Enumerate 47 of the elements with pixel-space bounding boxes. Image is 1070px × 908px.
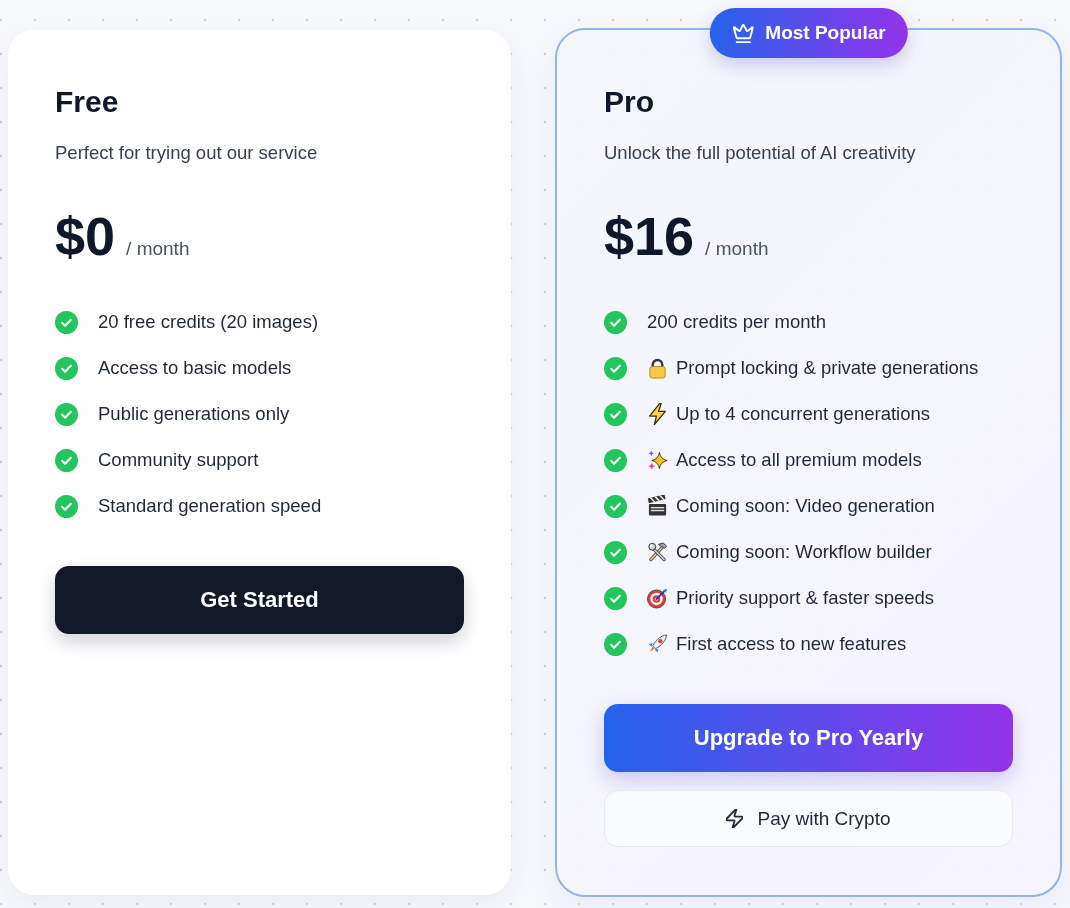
check-icon bbox=[604, 632, 627, 656]
get-started-button[interactable]: Get Started bbox=[55, 566, 464, 634]
feature-text: Standard generation speed bbox=[98, 495, 322, 517]
check-icon bbox=[55, 494, 78, 518]
feature-text: Access to all premium models bbox=[676, 449, 922, 471]
feature-text: Access to basic models bbox=[98, 357, 292, 379]
check-icon bbox=[55, 448, 78, 472]
clapperboard-icon bbox=[647, 495, 668, 517]
plan-title: Free bbox=[55, 84, 120, 120]
feature-text: Prompt locking & private generations bbox=[676, 357, 979, 379]
price-period: / month bbox=[126, 238, 190, 260]
check-icon bbox=[604, 448, 627, 472]
price-amount: $0 bbox=[55, 206, 116, 266]
hammer-and-wrench-icon bbox=[647, 541, 668, 563]
popular-label: Most Popular bbox=[765, 22, 886, 44]
feature-text: Coming soon: Workflow builder bbox=[676, 541, 932, 563]
lightning-icon bbox=[726, 809, 744, 828]
check-icon bbox=[604, 540, 627, 564]
plan-title: Pro bbox=[604, 84, 655, 120]
feature-text: First access to new features bbox=[676, 633, 907, 655]
price-amount: $16 bbox=[604, 206, 695, 266]
rocket-icon bbox=[647, 633, 668, 655]
check-icon bbox=[55, 310, 78, 334]
feature-text: Priority support & faster speeds bbox=[676, 587, 935, 609]
check-icon bbox=[55, 402, 78, 426]
check-icon bbox=[604, 494, 627, 518]
check-icon bbox=[55, 356, 78, 380]
check-icon bbox=[604, 402, 627, 426]
plan-description: Perfect for trying out our service bbox=[55, 141, 319, 165]
feature-text: Up to 4 concurrent generations bbox=[676, 403, 930, 425]
padlock-icon bbox=[647, 357, 668, 379]
check-icon bbox=[604, 310, 627, 334]
check-icon bbox=[604, 356, 627, 380]
feature-text: Public generations only bbox=[98, 403, 290, 425]
upgrade-button[interactable]: Upgrade to Pro Yearly bbox=[604, 704, 1013, 772]
check-icon bbox=[604, 586, 627, 610]
crown-icon bbox=[732, 23, 754, 43]
feature-text: Community support bbox=[98, 449, 259, 471]
feature-text: 20 free credits (20 images) bbox=[98, 311, 319, 333]
feature-text: 200 credits per month bbox=[647, 311, 826, 333]
feature-text: Coming soon: Video generation bbox=[676, 495, 935, 517]
target-icon bbox=[647, 587, 668, 609]
sparkles-icon bbox=[647, 449, 668, 471]
price-period: / month bbox=[705, 238, 769, 260]
crypto-button[interactable]: Pay with Crypto bbox=[604, 790, 1013, 847]
plan-description: Unlock the full potential of AI creativity bbox=[604, 141, 917, 165]
lightning-icon bbox=[647, 403, 668, 425]
